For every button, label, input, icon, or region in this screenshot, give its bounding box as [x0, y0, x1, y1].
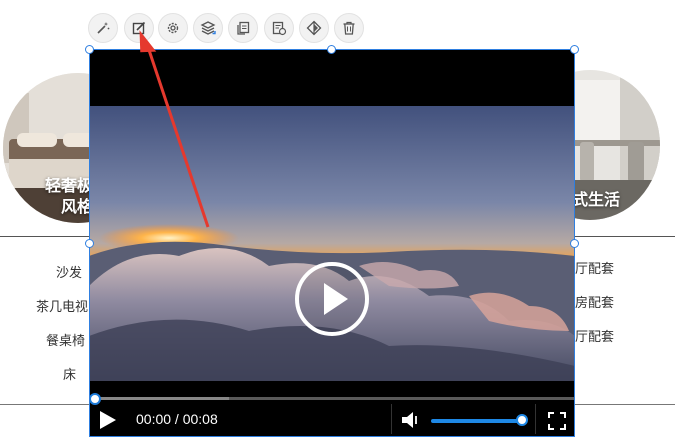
play-icon	[324, 283, 348, 315]
controls-separator	[391, 404, 392, 434]
menu-item-bed[interactable]: 床	[63, 364, 76, 383]
video-controls: 00:00 / 00:08	[89, 392, 575, 437]
menu-item-room-set[interactable]: 房配套	[575, 292, 614, 311]
edit-button[interactable]	[124, 13, 154, 43]
magic-wand-button[interactable]	[88, 13, 118, 43]
settings-button[interactable]	[158, 13, 188, 43]
resize-handle-top-left[interactable]	[85, 45, 94, 54]
menu-item-sofa[interactable]: 沙发	[56, 262, 82, 281]
magic-wand-icon	[97, 22, 110, 34]
replace-button[interactable]	[264, 13, 294, 43]
sunrise-clouds-scene	[89, 106, 575, 381]
volume-icon[interactable]	[401, 411, 423, 429]
resize-handle-top-right[interactable]	[570, 45, 579, 54]
video-frame-image[interactable]	[89, 106, 575, 381]
menu-item-dining-chair[interactable]: 餐桌椅	[46, 330, 85, 349]
copy-button[interactable]	[228, 13, 258, 43]
layers-button[interactable]	[193, 13, 223, 43]
resize-handle-top[interactable]	[327, 45, 336, 54]
delete-button[interactable]	[334, 13, 364, 43]
fullscreen-icon[interactable]	[548, 412, 566, 430]
flip-button[interactable]	[299, 13, 329, 43]
gear-icon	[167, 22, 179, 34]
play-button[interactable]	[97, 410, 119, 430]
play-overlay-button[interactable]	[295, 262, 369, 336]
left-card-title-line1: 轻奢极	[45, 176, 94, 195]
video-player[interactable]: 00:00 / 00:08	[89, 49, 575, 437]
menu-item-living-set[interactable]: 厅配套	[575, 258, 614, 277]
menu-item-tv-table[interactable]: 茶几电视	[36, 296, 88, 315]
flip-icon	[306, 20, 322, 36]
volume-knob[interactable]	[516, 414, 528, 426]
controls-separator	[535, 404, 536, 434]
resize-handle-left[interactable]	[85, 239, 94, 248]
menu-item-hall-set[interactable]: 厅配套	[575, 326, 614, 345]
volume-slider[interactable]	[431, 419, 521, 423]
progress-knob[interactable]	[89, 393, 101, 405]
buffer-bar	[89, 397, 229, 400]
layers-icon	[200, 21, 216, 35]
edit-icon	[132, 21, 146, 35]
progress-bar[interactable]	[89, 397, 575, 400]
right-card-title: 式生活	[572, 190, 621, 209]
trash-icon	[343, 21, 355, 35]
time-display: 00:00 / 00:08	[136, 411, 218, 427]
copy-icon	[237, 21, 250, 35]
resize-handle-right[interactable]	[570, 239, 579, 248]
replace-icon	[272, 21, 287, 36]
